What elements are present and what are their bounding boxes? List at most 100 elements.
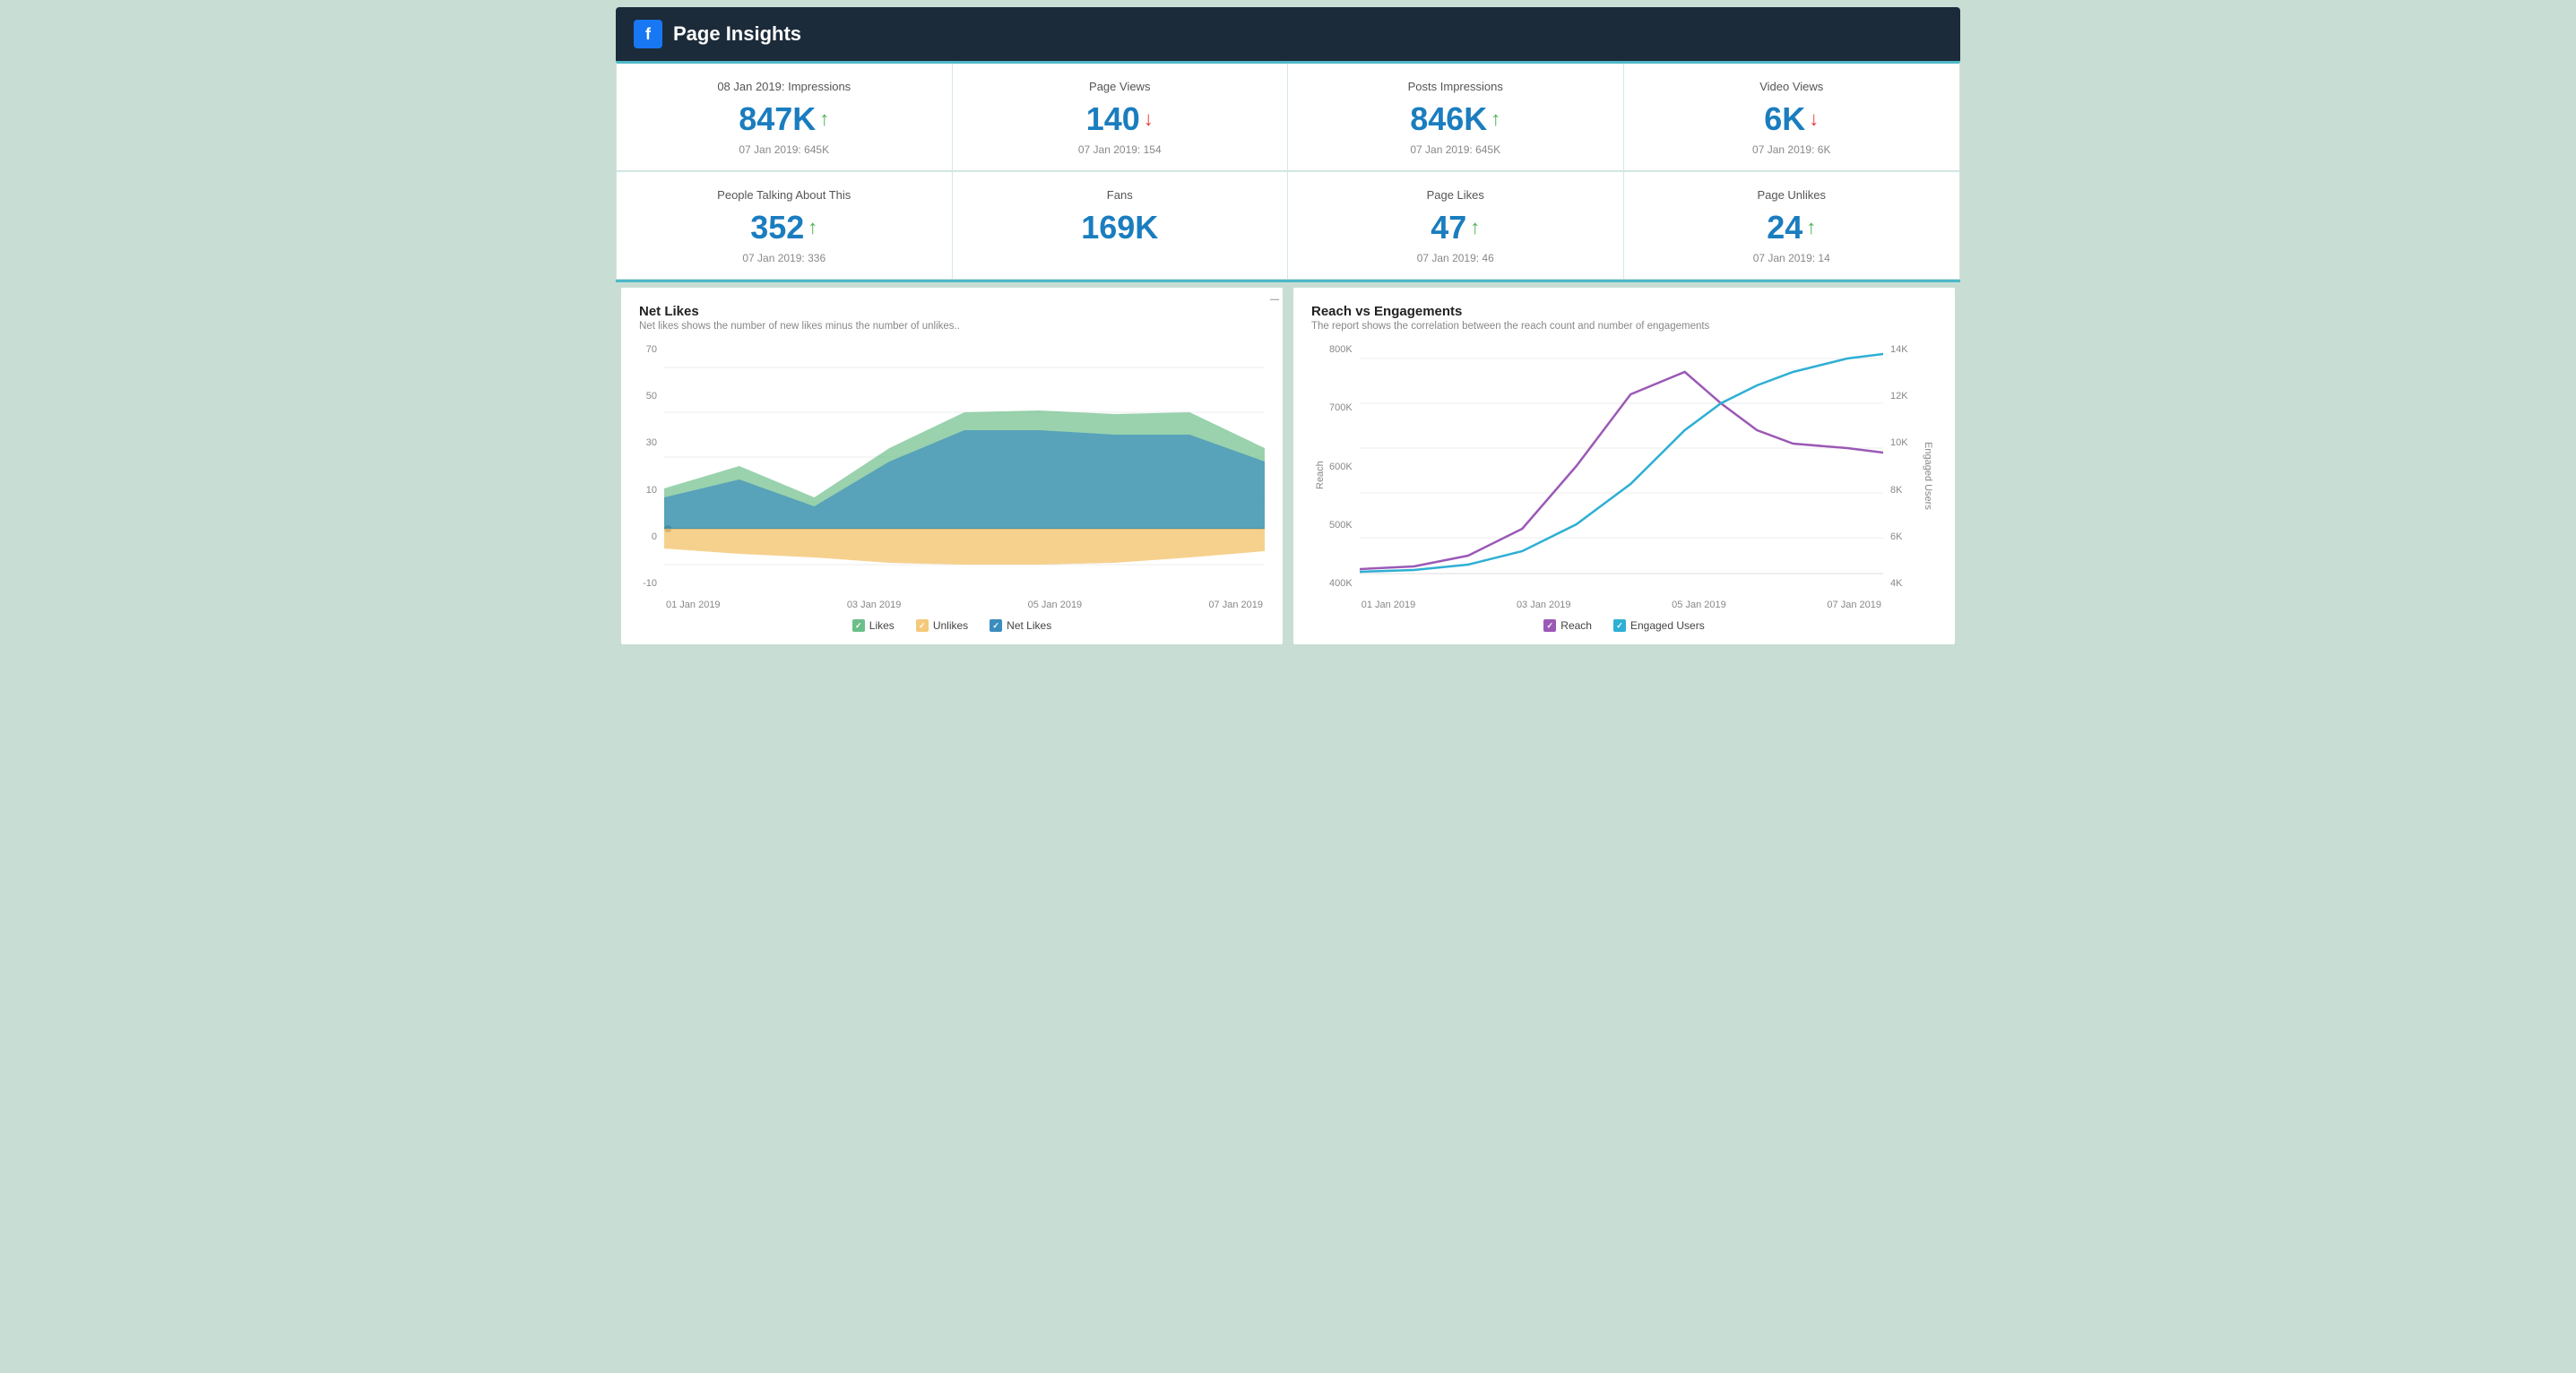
trend-down-icon: ↓ [1809,108,1819,131]
stat-value: 169K [971,209,1270,246]
stats-row-1: 08 Jan 2019: Impressions 847K↑ 07 Jan 20… [616,61,1960,171]
stat-number: 140 [1086,100,1140,138]
x-axis-label: 03 Jan 2019 [847,600,902,610]
stat-value: 140↓ [971,100,1270,138]
trend-up-icon: ↑ [1806,216,1816,239]
legend-label: Unlikes [933,619,968,632]
stat-card-0: 08 Jan 2019: Impressions 847K↑ 07 Jan 20… [617,64,953,170]
stat-label: Fans [971,188,1270,202]
x-axis-label: 05 Jan 2019 [1028,600,1083,610]
x-axis-label: 07 Jan 2019 [1827,600,1881,610]
stat-label: 08 Jan 2019: Impressions [635,80,934,93]
net-likes-chart-wrapper: 705030100-10 [639,341,1265,610]
reach-svg [1360,341,1883,592]
net-likes-y-axis: 705030100-10 [639,341,664,610]
legend-swatch: ✓ [1613,619,1626,632]
y-axis-label: 70 [639,344,657,355]
legend-item: ✓ Engaged Users [1613,619,1705,632]
trend-up-icon: ↑ [1470,216,1480,239]
reach-chart-panel: Reach vs Engagements The report shows th… [1293,288,1955,644]
stat-label: Video Views [1642,80,1942,93]
y-axis-label: -10 [639,578,657,589]
stat-number: 847K [739,100,816,138]
stat-label: Page Views [971,80,1270,93]
y-axis-label: 4K [1890,578,1919,589]
stat-number: 846K [1410,100,1487,138]
y-axis-label: 10 [639,485,657,496]
legend-label: Reach [1560,619,1592,632]
x-axis-label: 01 Jan 2019 [1361,600,1416,610]
stat-prev: 07 Jan 2019: 14 [1642,252,1942,264]
net-likes-x-axis: 01 Jan 2019 03 Jan 2019 05 Jan 2019 07 Jan … [664,600,1265,610]
stat-number: 6K [1764,100,1805,138]
trend-up-icon: ↑ [819,108,829,131]
trend-up-icon: ↑ [1491,108,1500,131]
stat-number: 47 [1431,209,1466,246]
reach-y-axis-title-right: Engaged Users [1919,341,1937,610]
y-axis-label: 600K [1329,462,1353,472]
y-axis-label: 500K [1329,520,1353,531]
page-title: Page Insights [673,22,801,46]
stat-value: 846K↑ [1306,100,1605,138]
stats-row-2: People Talking About This 352↑ 07 Jan 20… [616,171,1960,280]
stat-card-0: People Talking About This 352↑ 07 Jan 20… [617,172,953,279]
x-axis-label: 05 Jan 2019 [1672,600,1726,610]
legend-swatch: ✓ [916,619,929,632]
y-axis-label: 0 [639,531,657,542]
legend-item: ✓Likes [852,619,895,632]
reach-chart-wrapper: Reach 800K 700K 600K 500K 400K [1311,341,1937,610]
stat-number: 352 [750,209,804,246]
y-axis-label: 700K [1329,402,1353,413]
reach-y-axis-title-left: Reach [1311,341,1329,610]
stat-number: 24 [1767,209,1802,246]
stat-card-2: Page Likes 47↑ 07 Jan 2019: 46 [1288,172,1624,279]
legend-label: Net Likes [1007,619,1051,632]
y-axis-label: 14K [1890,344,1919,355]
stat-label: Posts Impressions [1306,80,1605,93]
y-axis-label: 400K [1329,578,1353,589]
legend-item: ✓ Reach [1543,619,1592,632]
stat-prev: 07 Jan 2019: 645K [635,143,934,156]
page-container: f Page Insights 08 Jan 2019: Impressions… [616,7,1960,650]
stat-card-1: Page Views 140↓ 07 Jan 2019: 154 [953,64,1289,170]
x-axis-label: 07 Jan 2019 [1208,600,1263,610]
reach-chart-subtitle: The report shows the correlation between… [1311,321,1937,332]
y-axis-label: 10K [1890,437,1919,448]
net-likes-legend: ✓Likes✓Unlikes✓Net Likes [639,619,1265,632]
net-likes-chart-title: Net Likes [639,304,1265,319]
stat-value: 352↑ [635,209,934,246]
x-axis-label: 01 Jan 2019 [666,600,721,610]
reach-chart-inner: 01 Jan 2019 03 Jan 2019 05 Jan 2019 07 Jan … [1360,341,1883,610]
stat-value: 24↑ [1642,209,1942,246]
y-axis-label: 800K [1329,344,1353,355]
legend-item: ✓ Net Likes [990,619,1051,632]
trend-up-icon: ↑ [808,216,817,239]
y-axis-label: 12K [1890,391,1919,402]
y-axis-label: 6K [1890,531,1919,542]
reach-x-axis: 01 Jan 2019 03 Jan 2019 05 Jan 2019 07 Jan … [1360,600,1883,610]
net-likes-chart-panel: – Net Likes Net likes shows the number o… [621,288,1283,644]
stat-card-2: Posts Impressions 846K↑ 07 Jan 2019: 645… [1288,64,1624,170]
net-likes-chart-subtitle: Net likes shows the number of new likes … [639,321,1265,332]
stat-prev: 07 Jan 2019: 336 [635,252,934,264]
legend-swatch: ✓ [1543,619,1556,632]
legend-swatch: ✓ [990,619,1002,632]
x-axis-label: 03 Jan 2019 [1517,600,1571,610]
stat-value: 847K↑ [635,100,934,138]
y-axis-label: 50 [639,391,657,402]
charts-section: – Net Likes Net likes shows the number o… [616,280,1960,650]
reach-y-axis-right: 14K12K10K8K6K4K [1883,341,1919,610]
stat-number: 169K [1081,209,1158,246]
trend-down-icon: ↓ [1144,108,1154,131]
stat-label: People Talking About This [635,188,934,202]
stat-prev: 07 Jan 2019: 645K [1306,143,1605,156]
minimize-button[interactable]: – [1270,289,1279,308]
stat-value: 6K↓ [1642,100,1942,138]
legend-swatch: ✓ [852,619,865,632]
page-header: f Page Insights [616,7,1960,61]
legend-item: ✓ Unlikes [916,619,968,632]
stat-card-1: Fans 169K [953,172,1289,279]
stat-card-3: Page Unlikes 24↑ 07 Jan 2019: 14 [1624,172,1960,279]
legend-label: Engaged Users [1630,619,1705,632]
stat-value: 47↑ [1306,209,1605,246]
